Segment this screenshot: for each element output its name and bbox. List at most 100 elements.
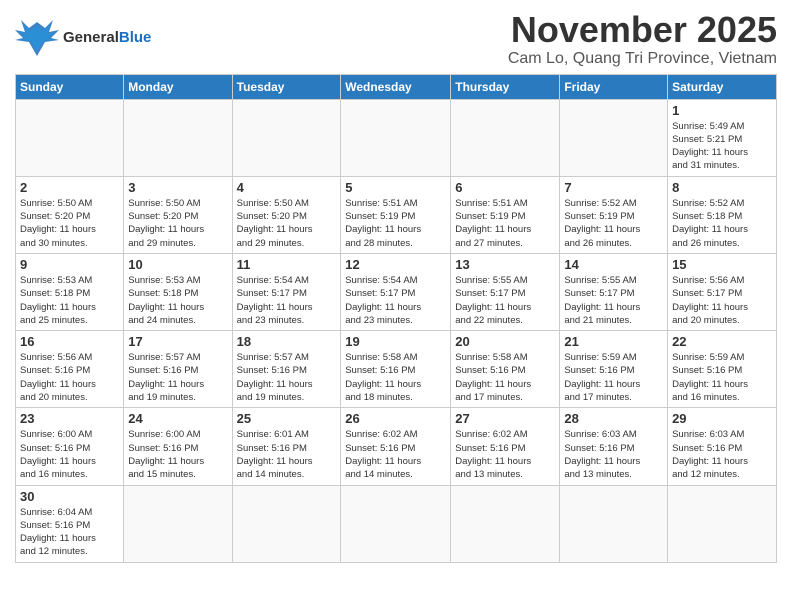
calendar-cell [668,485,777,562]
calendar-cell: 6 Sunrise: 5:51 AM Sunset: 5:19 PM Daylig… [451,176,560,253]
header: GeneralBlue November 2025 Cam Lo, Quang … [15,10,777,68]
calendar-cell [451,99,560,176]
month-title: November 2025 [508,10,777,50]
day-info: Sunrise: 6:01 AM Sunset: 5:16 PM Dayligh… [237,428,337,481]
calendar-cell: 23 Sunrise: 6:00 AM Sunset: 5:16 PM Dayli… [16,408,124,485]
calendar-row-2: 9 Sunrise: 5:53 AM Sunset: 5:18 PM Daylig… [16,253,777,330]
calendar-cell: 20Sunrise: 5:58 AM Sunset: 5:16 PM Dayli… [451,331,560,408]
calendar-row-0: 1 Sunrise: 5:49 AM Sunset: 5:21 PM Daylig… [16,99,777,176]
weekday-header-sunday: Sunday [16,74,124,99]
calendar-row-3: 16 Sunrise: 5:56 AM Sunset: 5:16 PM Dayli… [16,331,777,408]
day-number: 28 [564,411,663,426]
day-number: 8 [672,180,772,195]
calendar-cell: 13Sunrise: 5:55 AM Sunset: 5:17 PM Dayli… [451,253,560,330]
calendar-cell [560,485,668,562]
day-number: 27 [455,411,555,426]
calendar-cell: 7 Sunrise: 5:52 AM Sunset: 5:19 PM Daylig… [560,176,668,253]
weekday-header-monday: Monday [124,74,232,99]
logo: GeneralBlue [15,18,151,56]
day-number: 5 [345,180,446,195]
calendar-cell [232,99,341,176]
day-info: Sunrise: 5:51 AM Sunset: 5:19 PM Dayligh… [455,197,555,250]
day-info: Sunrise: 5:49 AM Sunset: 5:21 PM Dayligh… [672,120,772,173]
day-info: Sunrise: 5:54 AM Sunset: 5:17 PM Dayligh… [237,274,337,327]
day-info: Sunrise: 5:56 AM Sunset: 5:16 PM Dayligh… [20,351,119,404]
day-info: Sunrise: 6:00 AM Sunset: 5:16 PM Dayligh… [20,428,119,481]
day-info: Sunrise: 6:02 AM Sunset: 5:16 PM Dayligh… [455,428,555,481]
weekday-header-thursday: Thursday [451,74,560,99]
day-number: 13 [455,257,555,272]
calendar-cell: 27 Sunrise: 6:02 AM Sunset: 5:16 PM Dayli… [451,408,560,485]
day-info: Sunrise: 6:03 AM Sunset: 5:16 PM Dayligh… [672,428,772,481]
calendar-cell: 11Sunrise: 5:54 AM Sunset: 5:17 PM Dayli… [232,253,341,330]
calendar-cell: 2 Sunrise: 5:50 AM Sunset: 5:20 PM Daylig… [16,176,124,253]
calendar-cell: 22Sunrise: 5:59 AM Sunset: 5:16 PM Dayli… [668,331,777,408]
location-title: Cam Lo, Quang Tri Province, Vietnam [508,50,777,68]
weekday-header-wednesday: Wednesday [341,74,451,99]
day-number: 26 [345,411,446,426]
calendar-cell: 10Sunrise: 5:53 AM Sunset: 5:18 PM Dayli… [124,253,232,330]
calendar-cell: 17 Sunrise: 5:57 AM Sunset: 5:16 PM Dayli… [124,331,232,408]
day-info: Sunrise: 5:58 AM Sunset: 5:16 PM Dayligh… [345,351,446,404]
day-info: Sunrise: 5:58 AM Sunset: 5:16 PM Dayligh… [455,351,555,404]
logo-blue: Blue [119,29,152,46]
day-info: Sunrise: 5:52 AM Sunset: 5:19 PM Dayligh… [564,197,663,250]
calendar-cell [560,99,668,176]
weekday-header-saturday: Saturday [668,74,777,99]
weekday-header-tuesday: Tuesday [232,74,341,99]
day-info: Sunrise: 5:59 AM Sunset: 5:16 PM Dayligh… [672,351,772,404]
day-info: Sunrise: 5:50 AM Sunset: 5:20 PM Dayligh… [20,197,119,250]
day-number: 15 [672,257,772,272]
calendar-cell: 4Sunrise: 5:50 AM Sunset: 5:20 PM Daylig… [232,176,341,253]
calendar-cell: 16 Sunrise: 5:56 AM Sunset: 5:16 PM Dayli… [16,331,124,408]
day-number: 1 [672,103,772,118]
day-info: Sunrise: 5:53 AM Sunset: 5:18 PM Dayligh… [20,274,119,327]
calendar-cell [124,99,232,176]
calendar-cell: 24Sunrise: 6:00 AM Sunset: 5:16 PM Dayli… [124,408,232,485]
calendar-cell: 5 Sunrise: 5:51 AM Sunset: 5:19 PM Daylig… [341,176,451,253]
calendar-row-4: 23 Sunrise: 6:00 AM Sunset: 5:16 PM Dayli… [16,408,777,485]
day-number: 17 [128,334,227,349]
day-number: 21 [564,334,663,349]
calendar-cell [341,99,451,176]
calendar-cell: 25Sunrise: 6:01 AM Sunset: 5:16 PM Dayli… [232,408,341,485]
calendar-cell: 26Sunrise: 6:02 AM Sunset: 5:16 PM Dayli… [341,408,451,485]
calendar-cell: 21 Sunrise: 5:59 AM Sunset: 5:16 PM Dayli… [560,331,668,408]
day-info: Sunrise: 5:59 AM Sunset: 5:16 PM Dayligh… [564,351,663,404]
calendar-cell [16,99,124,176]
calendar-cell: 19Sunrise: 5:58 AM Sunset: 5:16 PM Dayli… [341,331,451,408]
calendar-cell: 1 Sunrise: 5:49 AM Sunset: 5:21 PM Daylig… [668,99,777,176]
calendar-cell [124,485,232,562]
day-number: 12 [345,257,446,272]
day-number: 30 [20,489,119,504]
calendar-cell: 8 Sunrise: 5:52 AM Sunset: 5:18 PM Daylig… [668,176,777,253]
weekday-header-friday: Friday [560,74,668,99]
day-number: 9 [20,257,119,272]
calendar-cell [341,485,451,562]
calendar-cell: 18Sunrise: 5:57 AM Sunset: 5:16 PM Dayli… [232,331,341,408]
day-number: 23 [20,411,119,426]
logo-general: General [63,29,119,46]
day-info: Sunrise: 5:56 AM Sunset: 5:17 PM Dayligh… [672,274,772,327]
logo-icon [15,18,59,56]
calendar-cell [451,485,560,562]
calendar-cell: 14Sunrise: 5:55 AM Sunset: 5:17 PM Dayli… [560,253,668,330]
day-info: Sunrise: 5:55 AM Sunset: 5:17 PM Dayligh… [564,274,663,327]
day-info: Sunrise: 5:51 AM Sunset: 5:19 PM Dayligh… [345,197,446,250]
calendar-row-1: 2 Sunrise: 5:50 AM Sunset: 5:20 PM Daylig… [16,176,777,253]
day-number: 2 [20,180,119,195]
day-number: 6 [455,180,555,195]
calendar-row-5: 30Sunrise: 6:04 AM Sunset: 5:16 PM Dayli… [16,485,777,562]
day-info: Sunrise: 6:03 AM Sunset: 5:16 PM Dayligh… [564,428,663,481]
calendar-cell: 15 Sunrise: 5:56 AM Sunset: 5:17 PM Dayli… [668,253,777,330]
day-info: Sunrise: 5:57 AM Sunset: 5:16 PM Dayligh… [128,351,227,404]
day-info: Sunrise: 5:52 AM Sunset: 5:18 PM Dayligh… [672,197,772,250]
day-number: 16 [20,334,119,349]
calendar-cell: 28 Sunrise: 6:03 AM Sunset: 5:16 PM Dayli… [560,408,668,485]
day-number: 7 [564,180,663,195]
day-info: Sunrise: 5:54 AM Sunset: 5:17 PM Dayligh… [345,274,446,327]
day-info: Sunrise: 5:53 AM Sunset: 5:18 PM Dayligh… [128,274,227,327]
calendar-table: SundayMondayTuesdayWednesdayThursdayFrid… [15,74,777,563]
day-info: Sunrise: 6:00 AM Sunset: 5:16 PM Dayligh… [128,428,227,481]
day-number: 29 [672,411,772,426]
